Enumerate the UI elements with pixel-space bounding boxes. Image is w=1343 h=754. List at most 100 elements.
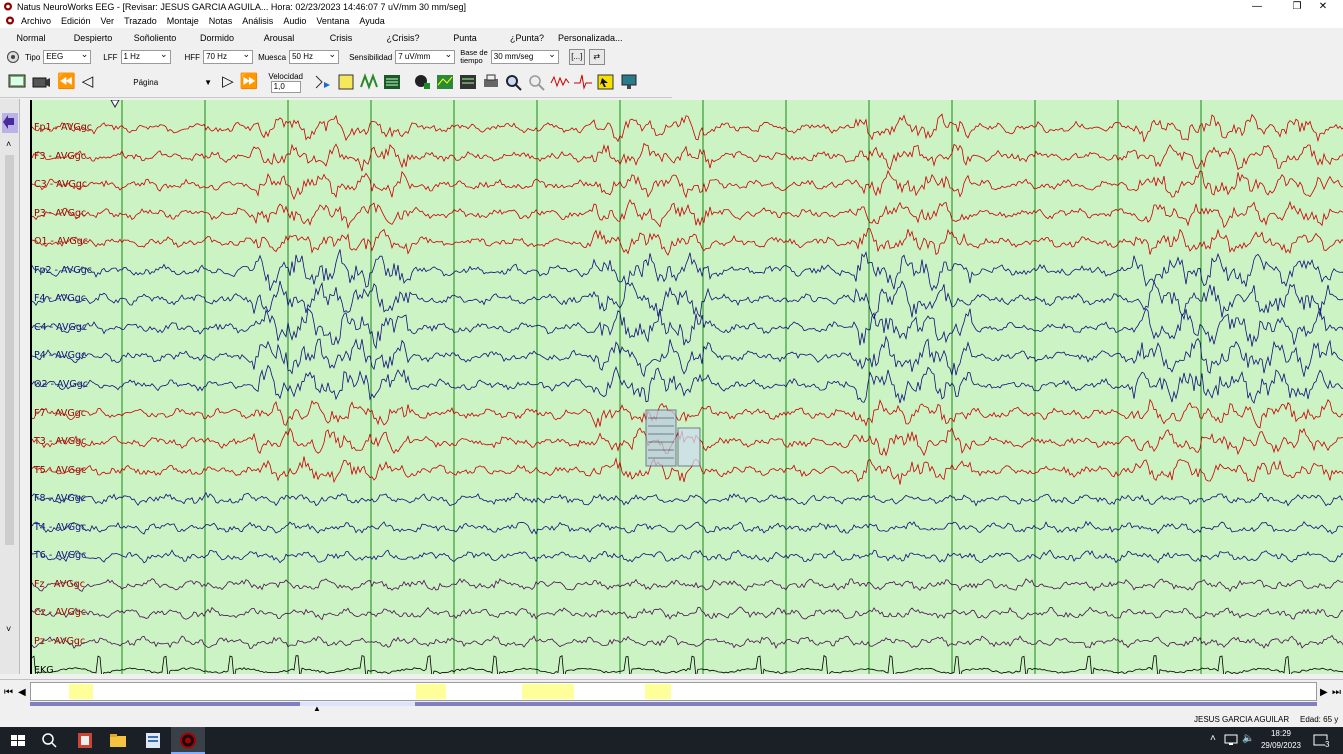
- menu-ver[interactable]: Ver: [101, 16, 115, 26]
- timeline-end-icon[interactable]: ⏭: [1332, 687, 1341, 698]
- channel-label[interactable]: Cz - AVGgc: [34, 607, 86, 618]
- cursor-marker-icon[interactable]: [110, 100, 120, 108]
- spike-icon[interactable]: [573, 73, 593, 91]
- clock-time[interactable]: 18:29: [1251, 729, 1311, 738]
- document-viewer-icon[interactable]: [143, 731, 163, 750]
- timeline-cursor-icon[interactable]: ▲: [313, 704, 321, 713]
- montage-icon[interactable]: [382, 73, 402, 91]
- menu-archivo[interactable]: Archivo: [21, 16, 51, 26]
- channel-label[interactable]: P4 - AVGgc: [34, 350, 86, 361]
- tray-chevron-icon[interactable]: ˄: [1210, 733, 1216, 744]
- minimize-button[interactable]: —: [1237, 0, 1277, 13]
- base-tiempo-select[interactable]: 30 mm/seg: [490, 50, 559, 64]
- timeline-start-icon[interactable]: ⏮: [4, 687, 13, 698]
- hff-select[interactable]: 70 Hz: [203, 50, 254, 64]
- last-page-icon[interactable]: ⏩: [240, 73, 259, 91]
- channel-label[interactable]: O1 - AVGgc: [34, 236, 88, 247]
- menu-trazado[interactable]: Trazado: [124, 16, 157, 26]
- timeline-back-icon[interactable]: ◀: [18, 687, 26, 698]
- zoom-icon[interactable]: [504, 73, 524, 91]
- channel-label[interactable]: Fp2 - AVGgc: [34, 265, 92, 276]
- document-icon[interactable]: [4, 15, 16, 26]
- channel-label[interactable]: F3 - AVGgc: [34, 151, 86, 162]
- network-icon[interactable]: [1224, 734, 1238, 746]
- camera-icon[interactable]: [31, 73, 51, 91]
- next-page-icon[interactable]: ▷: [222, 73, 234, 91]
- refresh-button[interactable]: ⇄: [588, 49, 605, 65]
- app-taskbar-icon[interactable]: [75, 731, 95, 750]
- waveform-icon[interactable]: [550, 73, 570, 91]
- timeline-track[interactable]: [30, 682, 1317, 701]
- channel-label[interactable]: T3 - AVGgc: [34, 436, 86, 447]
- menu-montaje[interactable]: Montaje: [167, 16, 199, 26]
- back-arrow-icon[interactable]: [2, 113, 18, 133]
- muesca-select[interactable]: 50 Hz: [289, 50, 340, 64]
- state-punta-q-button[interactable]: ¿Punta?: [496, 33, 558, 43]
- scroll-down-icon[interactable]: ˅: [6, 624, 11, 634]
- menu-ventana[interactable]: Ventana: [316, 16, 349, 26]
- menu-analisis[interactable]: Análisis: [242, 16, 273, 26]
- channel-label[interactable]: T4 - AVGgc: [34, 522, 86, 533]
- pointer-icon[interactable]: [596, 73, 616, 91]
- eeg-trace-area[interactable]: Fp1 - AVGgc F3 - AVGgc C3 - AVGgc P3 - AVGg…: [30, 100, 1343, 674]
- settings-gear-icon[interactable]: [6, 50, 20, 64]
- channel-label[interactable]: T6 - AVGgc: [34, 550, 86, 561]
- close-button[interactable]: ✕: [1303, 0, 1343, 13]
- review-icon[interactable]: [458, 73, 478, 91]
- channel-label[interactable]: T5 - AVGgc: [34, 465, 86, 476]
- montage-options-button[interactable]: [...]: [568, 49, 585, 65]
- channel-label[interactable]: Pz - AVGgc: [34, 636, 85, 647]
- menu-audio[interactable]: Audio: [283, 16, 306, 26]
- channel-label[interactable]: F4 - AVGgc: [34, 293, 86, 304]
- state-dormido-button[interactable]: Dormido: [186, 33, 248, 43]
- network-monitor-icon[interactable]: [8, 73, 28, 91]
- lff-select[interactable]: 1 Hz: [120, 50, 171, 64]
- vertical-scrollbar[interactable]: ˄ ˅: [0, 99, 20, 674]
- state-punta-button[interactable]: Punta: [434, 33, 496, 43]
- state-normal-button[interactable]: Normal: [0, 33, 62, 43]
- clock-date[interactable]: 29/09/2023: [1251, 741, 1311, 750]
- print-icon[interactable]: [481, 73, 501, 91]
- velocity-spinner[interactable]: 1,0: [270, 80, 301, 93]
- tipo-select[interactable]: EEG: [43, 50, 92, 64]
- state-crisis-button[interactable]: Crisis: [310, 33, 372, 43]
- state-custom-button[interactable]: Personalizada...: [558, 33, 623, 43]
- head-map-icon[interactable]: [412, 73, 432, 91]
- channel-label[interactable]: Fz - AVGgc: [34, 579, 85, 590]
- channel-label[interactable]: P3 - AVGgc: [34, 208, 86, 219]
- file-explorer-icon[interactable]: [108, 731, 128, 750]
- scroll-thumb[interactable]: [5, 155, 14, 545]
- page-dropdown-icon[interactable]: ▼: [204, 78, 212, 87]
- menu-edicion[interactable]: Edición: [61, 16, 91, 26]
- channel-label[interactable]: C4 - AVGgc: [34, 322, 87, 333]
- channel-label[interactable]: O2 - AVGgc: [34, 379, 88, 390]
- scroll-up-icon[interactable]: ˄: [6, 139, 11, 149]
- menu-ayuda[interactable]: Ayuda: [359, 16, 384, 26]
- monitor-icon[interactable]: [619, 73, 639, 91]
- neuroworks-taskbar-icon[interactable]: [178, 731, 198, 750]
- sensibilidad-select[interactable]: 7 uV/mm: [395, 50, 456, 64]
- zoom-out-icon[interactable]: [527, 73, 547, 91]
- state-arousal-button[interactable]: Arousal: [248, 33, 310, 43]
- state-despierto-button[interactable]: Despierto: [62, 33, 124, 43]
- montage-overlay-icon[interactable]: [644, 408, 702, 468]
- channel-label[interactable]: F8 - AVGgc: [34, 493, 86, 504]
- search-icon[interactable]: [40, 731, 60, 750]
- timeline-forward-icon[interactable]: ▶: [1320, 687, 1328, 698]
- windows-start-icon[interactable]: [8, 731, 28, 750]
- first-page-icon[interactable]: ⏪: [57, 73, 76, 91]
- channel-label[interactable]: C3 - AVGgc: [34, 179, 87, 190]
- spike-detect-icon[interactable]: [359, 73, 379, 91]
- timeline-scrollbar[interactable]: ⏮ ◀ ▲ ▶ ⏭: [0, 679, 1343, 713]
- notes-icon[interactable]: [336, 73, 356, 91]
- play-marker-icon[interactable]: [313, 73, 333, 91]
- channel-label[interactable]: Fp1 - AVGgc: [34, 122, 92, 133]
- channel-label[interactable]: F7 - AVGgc: [34, 408, 86, 419]
- menu-notas[interactable]: Notas: [209, 16, 233, 26]
- channel-label[interactable]: EKG: [34, 665, 54, 674]
- trend-icon[interactable]: [435, 73, 455, 91]
- previous-page-icon[interactable]: ◁: [82, 73, 94, 91]
- state-crisis-q-button[interactable]: ¿Crisis?: [372, 33, 434, 43]
- eeg-channel-trace: [32, 198, 1343, 230]
- state-sonoliento-button[interactable]: Soñoliento: [124, 33, 186, 43]
